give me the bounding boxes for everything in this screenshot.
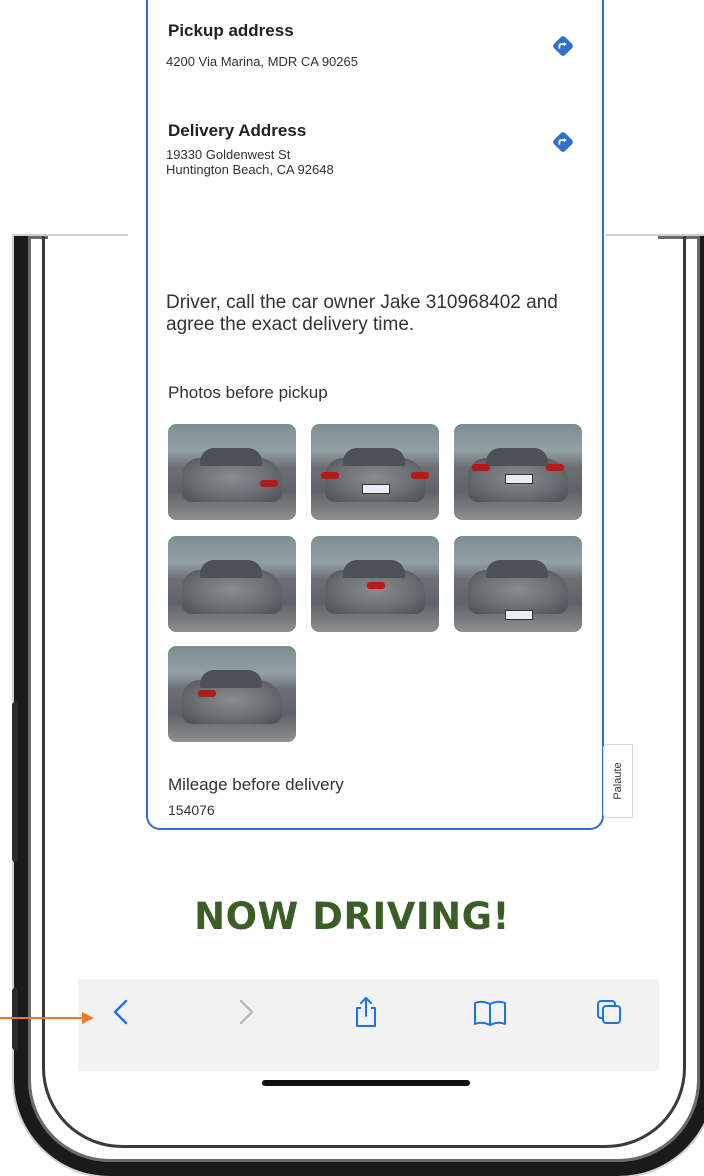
side-button xyxy=(12,702,18,862)
car-photo[interactable] xyxy=(311,536,439,632)
pickup-address: 4200 Via Marina, MDR CA 90265 xyxy=(166,54,358,69)
mileage-label: Mileage before delivery xyxy=(168,775,344,794)
back-icon[interactable] xyxy=(106,995,136,1029)
car-photo[interactable] xyxy=(311,424,439,520)
delivery-title: Delivery Address xyxy=(168,121,307,140)
side-button xyxy=(12,988,18,1050)
mileage-value: 154076 xyxy=(168,802,215,818)
bookmarks-icon[interactable] xyxy=(472,995,508,1029)
delivery-address-line1: 19330 Goldenwest St xyxy=(166,147,291,162)
feedback-tab[interactable]: Palaute xyxy=(603,744,633,818)
forward-icon xyxy=(239,999,254,1025)
car-photo[interactable] xyxy=(168,536,296,632)
annotation-arrow xyxy=(0,1017,86,1019)
directions-icon[interactable] xyxy=(552,131,574,153)
directions-icon[interactable] xyxy=(552,35,574,57)
photos-title: Photos before pickup xyxy=(168,383,328,402)
car-photo[interactable] xyxy=(168,646,296,742)
pickup-title: Pickup address xyxy=(168,21,294,40)
delivery-address-line2: Huntington Beach, CA 92648 xyxy=(166,162,334,177)
driver-instructions: Driver, call the car owner Jake 31096840… xyxy=(166,292,558,335)
car-photo[interactable] xyxy=(454,536,582,632)
share-icon[interactable] xyxy=(351,995,381,1029)
feedback-tab-label: Palaute xyxy=(612,762,624,800)
tabs-icon[interactable] xyxy=(594,995,624,1029)
car-photo[interactable] xyxy=(168,424,296,520)
now-driving-banner: NOW DRIVING! xyxy=(194,895,510,938)
car-photo[interactable] xyxy=(454,424,582,520)
home-indicator xyxy=(262,1080,470,1086)
annotation-arrow-head xyxy=(82,1012,94,1024)
